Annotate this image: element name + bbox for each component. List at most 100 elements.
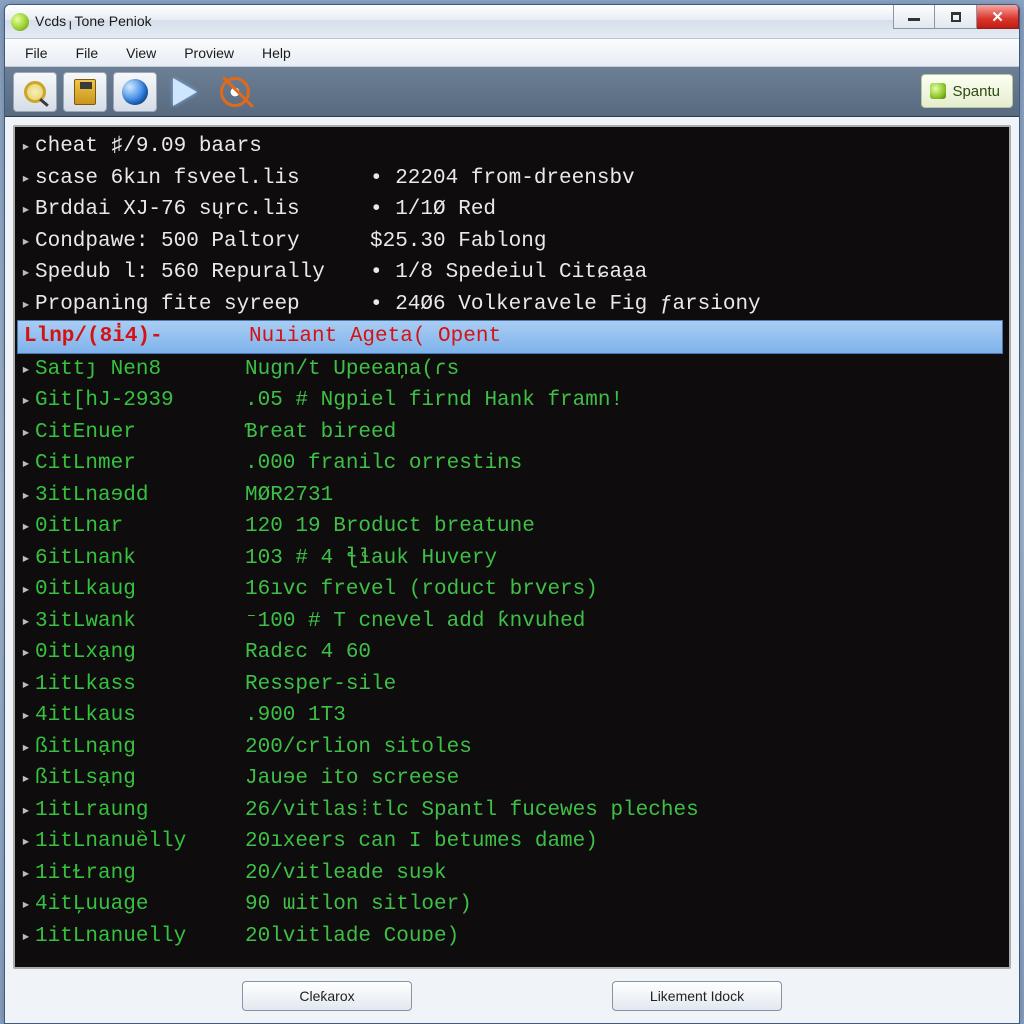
terminal-col1: CitLnmer — [35, 448, 245, 480]
terminal-col1: Spedub l: 560 Repurally — [35, 257, 370, 289]
gutter-arrow-icon — [17, 543, 35, 575]
terminal-row: CitEnuerƁreat bireed — [17, 417, 1003, 449]
minimize-button[interactable] — [893, 5, 935, 29]
terminal-col2: .900 1T3 — [245, 700, 346, 732]
play-icon — [173, 78, 197, 106]
maximize-button[interactable] — [935, 5, 977, 29]
gutter-arrow-icon — [17, 732, 35, 764]
menu-help[interactable]: Help — [248, 42, 305, 64]
terminal-row: 4itLkaus.900 1T3 — [17, 700, 1003, 732]
terminal-row: 0itLkaug16ıvc frevel (roduct brvers) — [17, 574, 1003, 606]
terminal-row: Git[hJ-2939.05 # Ngpiel firnd Hank framn… — [17, 385, 1003, 417]
terminal-row: 0itLnar120 19 Broduct breatune — [17, 511, 1003, 543]
status-dot-icon — [930, 83, 946, 99]
terminal-col2: 120 19 Broduct breatune — [245, 511, 535, 543]
gutter-arrow-icon — [17, 480, 35, 512]
toolbar-play-button[interactable] — [163, 72, 207, 112]
terminal-col1: 3itLwank — [35, 606, 245, 638]
terminal-col1: Propaning fite syreep — [35, 289, 370, 321]
terminal[interactable]: cheat ♯/9.09 baarsscase 6kın fsveel.lis•… — [13, 125, 1011, 969]
gutter-arrow-icon — [17, 194, 35, 226]
gutter-arrow-icon — [17, 637, 35, 669]
terminal-row: CitLnmer.000 franilc orrestins — [17, 448, 1003, 480]
window-title: Vcds╷Tone Peniok — [35, 13, 152, 30]
terminal-col1: Llnp/(8i̇4)- — [24, 321, 249, 353]
terminal-col1: ßitLnạng — [35, 732, 245, 764]
terminal-col1: cheat ♯/9.09 baars — [35, 131, 370, 163]
toolbar-target-button[interactable] — [213, 72, 257, 112]
titlebar[interactable]: Vcds╷Tone Peniok ✕ — [5, 5, 1019, 39]
terminal-col1: 4itLkaus — [35, 700, 245, 732]
terminal-row: 1itLnanuȅlly20ıxeers can I betumes dame) — [17, 826, 1003, 858]
terminal-col2: Jauɘe ito screese — [245, 763, 459, 795]
terminal-col2: 20ıxeers can I betumes dame) — [245, 826, 598, 858]
gutter-arrow-icon — [17, 385, 35, 417]
terminal-col2: MØR2731 — [245, 480, 333, 512]
gutter-arrow-icon — [17, 131, 35, 163]
terminal-row: 6itLnank103 # 4 ꞎɬauk Huvery — [17, 543, 1003, 575]
toolbar-web-button[interactable] — [113, 72, 157, 112]
terminal-row: 1itLkassRessper-sile — [17, 669, 1003, 701]
terminal-col2: .05 # Ngpiel firnd Hank framn! — [245, 385, 623, 417]
terminal-row: 0itLxạngRadɛc 4 60 — [17, 637, 1003, 669]
terminal-col1: 0itLnar — [35, 511, 245, 543]
terminal-col2: 200/crlion sitoles — [245, 732, 472, 764]
terminal-col1: 1itLnanuȅlly — [35, 826, 245, 858]
menu-file-2[interactable]: File — [62, 42, 113, 64]
terminal-col2: 20/vitleade suɘk — [245, 858, 447, 890]
gutter-arrow-icon — [17, 826, 35, 858]
gutter-arrow-icon — [17, 448, 35, 480]
terminal-col2: • 1/1Ø Red — [370, 194, 496, 226]
terminal-col2: 26/vitlas⁞tlc Spantl fucewes pleches — [245, 795, 699, 827]
footer-bar: Cleƙarox Likement Idock — [5, 969, 1019, 1023]
app-window: Vcds╷Tone Peniok ✕ File File View Provie… — [4, 4, 1020, 1024]
gutter-arrow-icon — [17, 163, 35, 195]
minimize-icon — [908, 18, 920, 21]
terminal-col2: ⁻100 # T cnevel add ƙnvuhed — [245, 606, 585, 638]
menu-file[interactable]: File — [11, 42, 62, 64]
terminal-col1: 6itLnank — [35, 543, 245, 575]
terminal-col2: • 24Ø6 Volkeravele Fig ƒarsiony — [370, 289, 761, 321]
toolbar-save-button[interactable] — [63, 72, 107, 112]
gutter-arrow-icon — [17, 858, 35, 890]
terminal-row: 4itĻuuage90 ɯitlon sitloer) — [17, 889, 1003, 921]
terminal-col1: Sattȷ Nen8 — [35, 354, 245, 386]
terminal-col2: • 22204 from-dreensbv — [370, 163, 635, 195]
terminal-col1: 1itLraung — [35, 795, 245, 827]
terminal-row: ßitLsạngJauɘe ito screese — [17, 763, 1003, 795]
terminal-col2: Ressper-sile — [245, 669, 396, 701]
footer-left-button[interactable]: Cleƙarox — [242, 981, 412, 1011]
terminal-row: 3itLnaɘddMØR2731 — [17, 480, 1003, 512]
globe-icon — [122, 79, 148, 105]
app-icon — [11, 13, 29, 31]
search-icon — [24, 81, 46, 103]
terminal-col2: • 1/8 Spedeiul Citɕaa̱a — [370, 257, 647, 289]
close-button[interactable]: ✕ — [977, 5, 1019, 29]
maximize-icon — [951, 12, 961, 22]
terminal-col1: 3itLnaɘdd — [35, 480, 245, 512]
gutter-arrow-icon — [17, 417, 35, 449]
menu-proview[interactable]: Proview — [170, 42, 248, 64]
gutter-arrow-icon — [17, 606, 35, 638]
terminal-col1: Git[hJ-2939 — [35, 385, 245, 417]
menu-view[interactable]: View — [112, 42, 170, 64]
terminal-row: cheat ♯/9.09 baars — [17, 131, 1003, 163]
terminal-row: 1itLraung26/vitlas⁞tlc Spantl fucewes pl… — [17, 795, 1003, 827]
gutter-arrow-icon — [17, 669, 35, 701]
terminal-col1: ßitLsạng — [35, 763, 245, 795]
terminal-col2: $25.30 Fablong — [370, 226, 546, 258]
menubar: File File View Proview Help — [5, 39, 1019, 67]
toolbar: Spantu — [5, 67, 1019, 117]
toolbar-status-pill[interactable]: Spantu — [921, 74, 1013, 108]
terminal-highlight-row[interactable]: Llnp/(8i̇4)-Nuıiant Ageta( Opent — [17, 320, 1003, 354]
footer-right-button[interactable]: Likement Idock — [612, 981, 782, 1011]
terminal-col1: 4itĻuuage — [35, 889, 245, 921]
gutter-arrow-icon — [17, 700, 35, 732]
terminal-row: Sattȷ Nen8Nuɡn/t Upeeaņa(ɾs — [17, 354, 1003, 386]
terminal-col2: 90 ɯitlon sitloer) — [245, 889, 472, 921]
terminal-col1: scase 6kın fsveel.lis — [35, 163, 370, 195]
toolbar-right-label: Spantu — [952, 83, 1000, 100]
save-icon — [74, 79, 96, 105]
terminal-row: scase 6kın fsveel.lis• 22204 from-dreens… — [17, 163, 1003, 195]
toolbar-search-button[interactable] — [13, 72, 57, 112]
